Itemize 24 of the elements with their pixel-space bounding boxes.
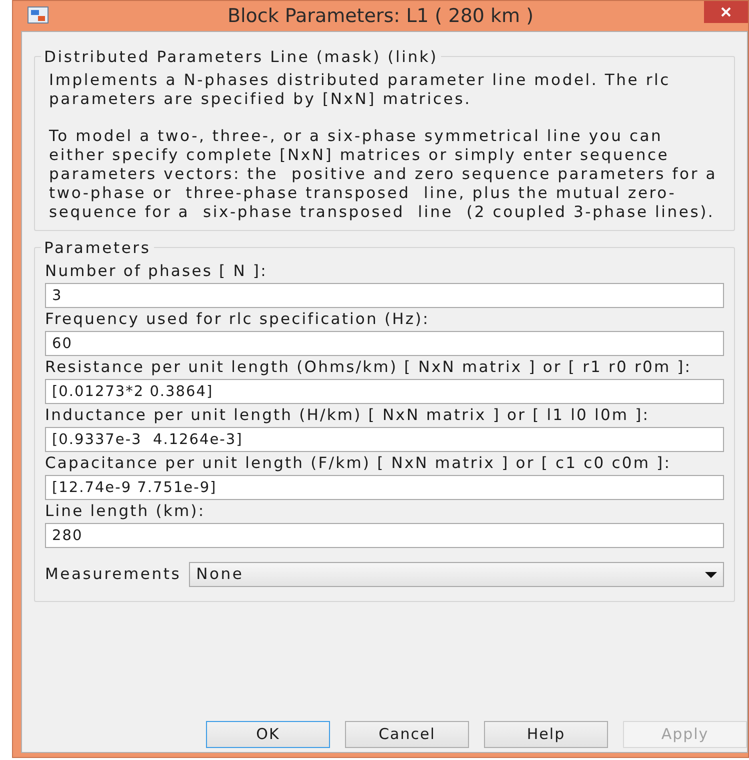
field-label: Frequency used for rlc specification (Hz): — [45, 310, 431, 329]
field-label: Number of phases [ N ]: — [45, 262, 268, 281]
window-title: Block Parameters: L1 ( 280 km ) — [227, 4, 534, 29]
field-label: Inductance per unit length (H/km) [ NxN matrix ] or [ l1 l0 l0m ]: — [45, 406, 651, 425]
input-field[interactable]: 280 — [45, 523, 724, 548]
close-button[interactable] — [704, 1, 748, 23]
measurements-dropdown[interactable]: None — [189, 562, 724, 587]
dialog-button[interactable]: Help — [484, 721, 608, 748]
input-field[interactable]: [12.74e-9 7.751e-9] — [45, 475, 724, 500]
field-label: Line length (km): — [45, 502, 206, 521]
input-field[interactable]: 60 — [45, 331, 724, 356]
caret-icon — [705, 572, 717, 578]
description-text: To model a two-, three-, or a six-phase symmetrical line you can either specify complete [NxN] matrices or simply enter sequence parameters vectors: the positive and zero sequence parameters for a two-phase or three-phase transposed line, plus the mutual zero- sequence for a six-phase transposed line (2 coupled 3-phase lines). — [49, 127, 718, 222]
input-field[interactable]: [0.01273*2 0.3864] — [45, 379, 724, 404]
app-icon — [27, 6, 49, 24]
close-icon — [721, 7, 731, 17]
input-field[interactable]: 3 — [45, 283, 724, 308]
dialog-button[interactable]: OK — [206, 721, 330, 748]
input-field[interactable]: [0.9337e-3 4.1264e-3] — [45, 427, 724, 452]
description-text: Implements a N-phases distributed parameter line model. The rlc parameters are specified by [NxN] matrices. — [49, 71, 672, 109]
measurements-label: Measurements — [45, 564, 182, 585]
field-label: Resistance per unit length (Ohms/km) [ NxN matrix ] or [ r1 r0 r0m ]: — [45, 358, 693, 377]
field-label: Capacitance per unit length (F/km) [ NxN matrix ] or [ c1 c0 c0m ]: — [45, 454, 672, 473]
dialog-button[interactable]: Cancel — [345, 721, 469, 748]
